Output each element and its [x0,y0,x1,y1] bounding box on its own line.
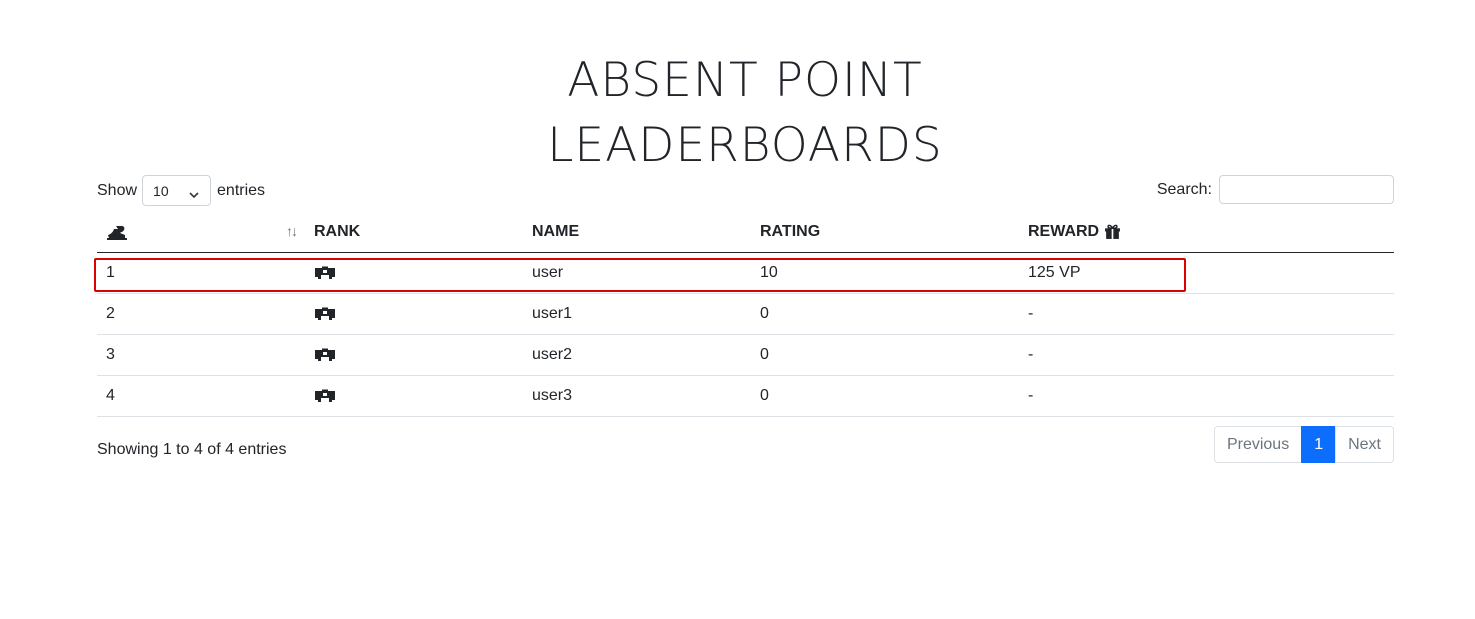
rank-badge-icon [314,264,336,281]
page-title: ABSENT POINT LEADERBOARDS [0,48,1475,178]
header-reward[interactable]: REWARD [1019,212,1394,253]
cell-position: 1 [97,252,305,294]
cell-name: user1 [523,293,751,335]
search-input[interactable] [1219,175,1394,204]
table-row: 2 user1 0- [97,293,1394,335]
rank-badge-icon [314,346,336,363]
page-1-button[interactable]: 1 [1301,426,1337,463]
cell-name: user [523,252,751,294]
table-row: 3 user2 0- [97,334,1394,376]
cell-rank [305,375,523,417]
cell-rank [305,252,523,294]
table-row: 1 user 10 125 VP [97,252,1394,294]
ranking-icon [106,223,128,240]
header-position[interactable]: ↑↓ [97,212,305,253]
cell-rating: 0 [751,375,1019,417]
cell-rank [305,334,523,376]
table-header-row: ↑↓ RANK NAME RATING REWARD [97,212,1394,253]
cell-rating: 10 [751,252,1019,294]
cell-reward: - [1019,293,1394,335]
header-rating[interactable]: RATING [751,212,1019,253]
cell-position: 3 [97,334,305,376]
pagination: Previous 1 Next [1213,426,1394,463]
leaderboard-body: 1 user 10 125 VP 2 user1 0-3 user2 0-4 user3 0- [97,252,1394,417]
leaderboard-table: ↑↓ RANK NAME RATING REWARD 1 user 10 125 VP… [97,212,1394,417]
cell-name: user2 [523,334,751,376]
next-page-button[interactable]: Next [1335,426,1394,463]
page-title-line-1: ABSENT POINT [567,53,923,108]
table-controls: Show 10 entries Search: [97,175,1394,206]
cell-rating: 0 [751,334,1019,376]
rank-badge-icon [314,305,336,322]
cell-rating: 0 [751,293,1019,335]
gift-icon [1104,223,1121,240]
entries-length-control: Show 10 entries [97,175,265,207]
header-name[interactable]: NAME [523,212,751,253]
cell-reward: 125 VP [1019,252,1394,294]
page-title-line-2: LEADERBOARDS [547,118,943,173]
sort-indicator-icon[interactable]: ↑↓ [286,223,298,239]
cell-reward: - [1019,334,1394,376]
show-label: Show [97,182,138,200]
header-rank[interactable]: RANK [305,212,523,253]
cell-position: 4 [97,375,305,417]
table-info: Showing 1 to 4 of 4 entries [97,441,287,458]
cell-reward: - [1019,375,1394,417]
search-control: Search: [1157,175,1394,204]
cell-position: 2 [97,293,305,335]
cell-rank [305,293,523,335]
previous-page-button[interactable]: Previous [1213,426,1303,463]
entries-label: entries [217,182,266,200]
cell-name: user3 [523,375,751,417]
table-row: 4 user3 0- [97,375,1394,417]
header-reward-label: REWARD [1028,223,1100,240]
rank-badge-icon [314,387,336,404]
search-label: Search: [1156,180,1212,198]
entries-select-wrap: 10 [137,175,217,207]
entries-select[interactable]: 10 [142,175,212,206]
